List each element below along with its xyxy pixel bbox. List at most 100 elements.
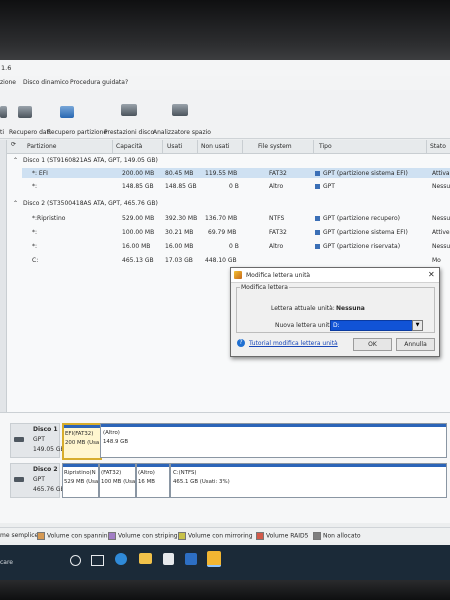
legend-bar: me semplice Volume con spanning Volume c… [0,527,450,542]
table-row[interactable]: *: 16.00 MB 16.00 MB 0 B Altro GPT (part… [22,241,450,251]
cell-fs: NTFS [269,215,285,222]
space-analyzer-icon[interactable] [172,104,188,116]
col-type[interactable]: Tipo [319,143,332,150]
data-recovery-icon[interactable] [18,106,32,118]
cell-free: 69.79 MB [208,229,237,236]
cell-type-label: GPT (partizione recupero) [323,215,401,222]
legend-label: Volume RAID5 [266,532,309,540]
partition-tool-taskbar-icon[interactable] [207,551,221,567]
group-title: Modifica lettera [240,284,289,291]
column-divider[interactable] [426,140,427,153]
search-box-text[interactable]: care [0,559,13,566]
legend-label: me semplice [0,532,39,539]
usage-bar [63,464,98,467]
legend-item: Volume con striping [108,532,178,540]
col-status[interactable]: Stato [430,143,446,150]
legend-label: Volume con spanning [47,532,112,540]
new-letter-select[interactable]: D: [330,320,422,331]
cell-type-label: GPT (partizione riservata) [323,243,401,250]
partition-size: 16 MB [138,479,155,485]
column-divider[interactable] [162,140,163,153]
toolbar-data-recovery[interactable]: Recupero dati [9,129,51,136]
cell-fs: FAT32 [269,229,287,236]
table-row[interactable]: *:Ripristino 529.00 MB 392.30 MB 136.70 … [22,213,450,223]
partition-size: 465.1 GB (Usati: 3%) [173,479,230,485]
col-capacity[interactable]: Capacità [116,143,142,150]
gpt-icon [315,216,320,221]
column-divider[interactable] [242,140,243,153]
cell-capacity: 16.00 MB [122,243,151,250]
partition-block[interactable]: (Altro) 148.9 GB [100,423,447,458]
cell-type: GPT [315,183,335,190]
disk2-size: 465.76 GB [33,486,65,493]
table-row[interactable]: *: 148.85 GB 148.85 GB 0 B Altro GPT Nes… [22,181,450,191]
col-used[interactable]: Usati [167,143,182,150]
refresh-icon[interactable]: ⟳ [11,141,16,148]
column-divider[interactable] [313,140,314,153]
usage-bar [100,464,135,467]
partition-name: Ripristino(N [64,470,96,476]
cell-used: 148.85 GB [165,183,197,190]
partition-size: 529 MB (Usa [64,479,99,485]
disk1-box[interactable]: Disco 1 GPT 149.05 GB [10,423,65,458]
mail-icon[interactable] [185,553,197,565]
col-filesystem[interactable]: File system [258,143,292,150]
disk1-header[interactable]: Disco 1 (ST9160821AS ATA, GPT, 149.05 GB… [23,157,158,164]
cell-fs: FAT32 [269,170,287,177]
disk-benchmark-icon[interactable] [121,104,137,116]
legend-swatch [256,532,264,540]
cell-free: 119.55 MB [205,170,238,177]
task-view-icon[interactable] [91,555,104,566]
cortana-icon[interactable] [70,555,81,566]
partition-block[interactable]: (FAT32) 100 MB (Usa [99,463,136,498]
tutorial-link[interactable]: Tutorial modifica lettera unità [249,340,338,347]
cell-partition: *: [32,243,38,250]
hard-drive-icon [14,437,24,442]
partition-block[interactable]: Ripristino(N 529 MB (Usa [62,463,99,498]
menu-item-partizione[interactable]: zione [0,79,16,86]
col-partition[interactable]: Partizione [27,143,57,150]
disk2-header[interactable]: Disco 2 (ST3500418AS ATA, GPT, 465.76 GB… [23,200,158,207]
cell-type-label: GPT [323,183,335,190]
cancel-button[interactable]: Annulla [396,338,435,351]
table-row[interactable]: *: 100.00 MB 30.21 MB 69.79 MB FAT32 GPT… [22,227,450,237]
close-icon[interactable]: ✕ [428,270,435,279]
col-free[interactable]: Non usati [201,143,230,150]
store-icon[interactable] [163,553,174,565]
toolbar-space-analyzer[interactable]: Analizzatore spazio [153,129,211,136]
partition-name: EFI(FAT32) [65,431,94,437]
partition-name: (FAT32) [101,470,122,476]
partition-block[interactable]: C:(NTFS) 465.1 GB (Usati: 3%) [170,463,447,498]
cell-partition: *: EFI [32,170,48,177]
ok-button[interactable]: OK [353,338,392,351]
menu-item-disco-dinamico[interactable]: Disco dinamico [23,79,69,86]
cell-type: GPT (partizione sistema EFI) [315,229,408,236]
legend-label: Volume con mirroring [188,532,253,540]
app-version: 1.6 [1,64,12,72]
column-divider[interactable] [197,140,198,153]
partition-name: (Altro) [138,470,155,476]
column-divider[interactable] [112,140,113,153]
current-letter-value: Nessuna [336,305,365,312]
cell-partition: *:Ripristino [32,215,66,222]
toolbar-partition-recovery[interactable]: Recupero partizione [47,129,107,136]
chevron-down-icon[interactable]: ▼ [412,320,423,331]
disk2-box[interactable]: Disco 2 GPT 465.76 GB [10,463,65,498]
cell-state: Mo [432,257,441,264]
menu-item-procedura-guidata[interactable]: Procedura guidata [70,79,125,86]
dialog-title-bar[interactable]: Modifica lettera unità ✕ [231,268,439,283]
toolbar-item-label[interactable]: ti [0,129,4,136]
partition-block[interactable]: (Altro) 16 MB [136,463,170,498]
table-row[interactable]: *: EFI 200.00 MB 80.45 MB 119.55 MB FAT3… [22,168,450,178]
menu-item-help[interactable]: ? [125,79,128,86]
collapse-icon[interactable]: ⌃ [13,200,18,207]
cell-used: 16.00 MB [165,243,194,250]
partition-recovery-icon[interactable] [60,106,74,118]
toolbar-disk-benchmark[interactable]: Prestazioni disco [104,129,154,136]
partition-block[interactable]: EFI(FAT32) 200 MB (Usa [62,423,102,460]
file-explorer-icon[interactable] [139,553,152,564]
collapse-icon[interactable]: ⌃ [13,157,18,164]
monitor-bezel-bottom [0,580,450,600]
edge-icon[interactable] [115,553,127,565]
table-row[interactable]: C: 465.13 GB 17.03 GB 448.10 GB Mo [22,255,450,265]
